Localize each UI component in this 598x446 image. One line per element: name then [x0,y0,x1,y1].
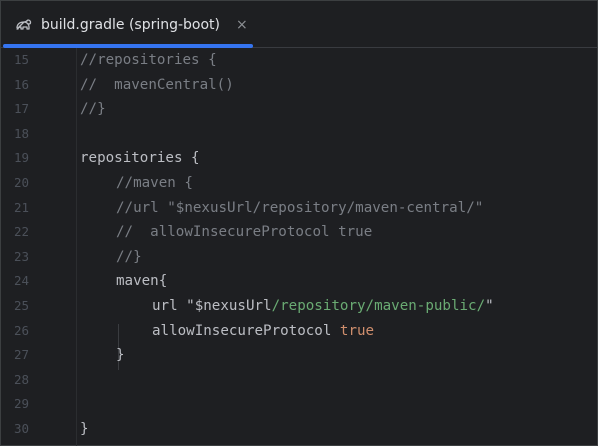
code-token: url [152,298,187,314]
code-token: "$nexusUrl [186,298,272,314]
code-line: // mavenCentral() [80,76,234,93]
line-number: 29 [13,396,29,412]
code-line: //url "$nexusUrl/repository/maven-centra… [116,199,484,216]
code-line: repositories { [80,146,200,171]
line-number: 21 [13,199,29,215]
tab-build-gradle[interactable]: build.gradle (spring-boot) × [1,1,253,48]
code-token: " [485,298,494,314]
code-line: //maven { [116,175,193,191]
gradle-elephant-icon [15,16,33,34]
code-line: //} [80,101,106,118]
line-number: 15 [13,52,29,67]
code-line: allowInsecureProtocol true [152,319,374,344]
line-number: 19 [13,150,29,166]
editor-window: build.gradle (spring-boot) × 15 16 17 18… [0,0,598,446]
line-number: 17 [13,101,29,117]
code-token: repositories [80,150,183,167]
code-line: //} [116,248,142,265]
code-line: // allowInsecureProtocol true [116,224,373,241]
code-line: url "$nexusUrl/repository/maven-public/" [152,294,494,319]
line-number: 23 [13,248,29,264]
code-line: } [80,421,89,437]
line-number: 24 [13,273,29,289]
tab-bar: build.gradle (spring-boot) × [1,1,597,48]
line-number: 22 [13,224,29,240]
line-number: 25 [13,298,29,313]
tab-title: build.gradle (spring-boot) [41,16,221,33]
line-number: 20 [13,175,29,190]
code-token: true [339,322,375,339]
code-line: maven{ [116,273,168,290]
code-line: } [116,347,125,364]
line-number: 26 [13,322,29,338]
code-token: { [182,150,200,167]
line-number: 16 [13,76,29,92]
code-token: allowInsecureProtocol [152,322,340,339]
close-icon[interactable]: × [236,17,248,33]
line-number: 28 [13,371,29,387]
gutter-divider [76,48,77,446]
line-number: 18 [13,125,29,141]
code-token: /repository/maven-public/ [271,298,486,314]
line-number: 27 [13,347,29,363]
line-number: 30 [13,421,29,436]
code-editor[interactable]: 15 16 17 18 19 20 21 22 23 24 25 26 27 2… [1,48,597,446]
code-line: //repositories { [80,52,217,68]
